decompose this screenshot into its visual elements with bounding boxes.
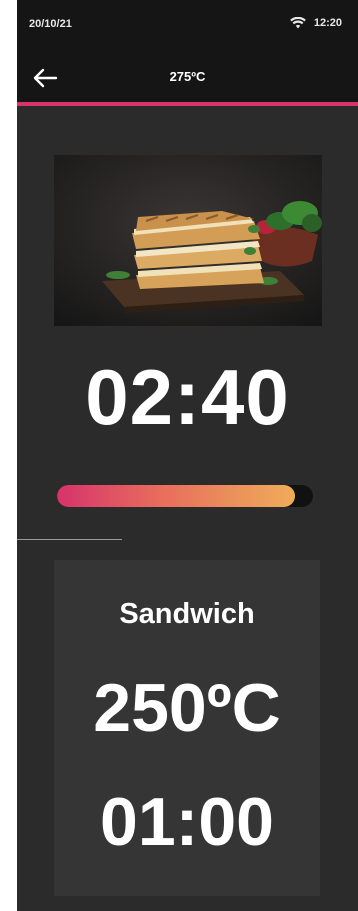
status-date: 20/10/21 [29,18,72,30]
callout-line [17,539,122,540]
sandwich-illustration [54,155,322,326]
recipe-card[interactable]: Sandwich 250ºC 01:00 [54,560,320,896]
remaining-time: 02:40 [85,353,290,441]
status-right: 12:20 [290,17,342,29]
cooking-progress-fill [57,485,296,507]
status-time: 12:20 [313,17,342,29]
oven-screen: 20/10/21 12:20 275ºC 02:40 Sandwich 250º… [17,0,358,911]
sandwich-photo [54,155,322,326]
app-bar: 275ºC [17,52,358,102]
status-bar: 20/10/21 12:20 [17,0,358,52]
recipe-temperature: 250ºC [93,670,281,746]
header-divider [17,102,358,106]
recipe-name: Sandwich [119,598,255,630]
cooking-progress-bar [57,485,313,507]
recipe-duration: 01:00 [100,784,274,860]
wifi-icon [290,17,306,29]
header-temperature: 275ºC [169,69,206,84]
